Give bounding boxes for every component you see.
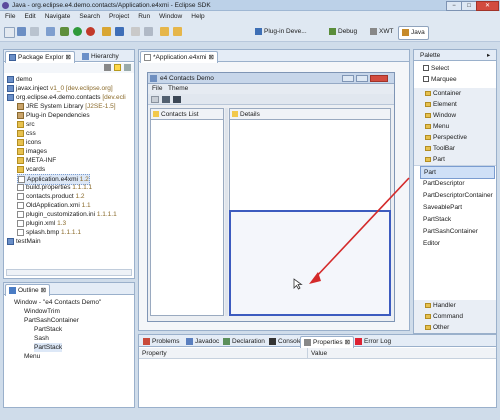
tree-item[interactable]: OldApplication.xmi 1.1 [17,201,91,210]
column-property[interactable]: Property [142,350,167,357]
tree-item[interactable]: plugin_customization.ini 1.1.1.1 [17,210,117,219]
perspective-plugin-dev[interactable]: Plug-in Deve... [252,26,310,38]
palette-item[interactable]: PartStack [423,214,451,225]
package-explorer-panel: Package Explor ⊠ Hierarchy demo javax.inj… [3,49,135,279]
tree-item[interactable]: src [17,120,35,129]
palette-section-part[interactable]: Part [414,154,496,166]
new-class-icon[interactable] [115,27,124,36]
palette-item[interactable]: PartDescriptorContainer [423,190,493,201]
tree-item[interactable]: vcards [17,165,45,174]
palette-header: Palette ▸ [414,50,496,61]
new-package-icon[interactable] [102,27,111,36]
save-icon[interactable] [17,27,26,36]
menu-run[interactable]: Run [138,13,150,20]
open-type-icon[interactable] [131,27,140,36]
external-tools-icon[interactable] [86,27,95,36]
run-icon[interactable] [73,27,82,36]
tree-item[interactable]: plugin.xml 1.3 [17,219,66,228]
collapse-all-icon[interactable] [104,64,111,71]
tree-item[interactable]: images [17,147,47,156]
outline-item[interactable]: PartStack [34,325,62,334]
bottom-tabbar: Problems Javadoc Declaration Console Pro… [139,335,496,348]
package-explorer-tabbar: Package Explor ⊠ Hierarchy [4,50,134,63]
close-button[interactable]: ✕ [476,1,499,11]
explorer-horizontal-scrollbar[interactable] [6,269,132,276]
tree-item[interactable]: META-INF [17,156,56,165]
tree-item[interactable]: splash.bmp 1.1.1.1 [17,228,81,237]
link-editor-icon[interactable] [114,64,121,71]
main-toolbar: Plug-in Deve... Debug XWT Java [0,22,500,42]
new-icon[interactable] [4,27,15,38]
properties-header: Property Value [139,348,496,359]
menu-search[interactable]: Search [79,13,100,20]
menu-project[interactable]: Project [109,13,129,20]
title-bar: Java - org.eclipse.e4.demo.contacts/Appl… [0,0,500,11]
explorer-toolbar [4,63,134,73]
print-icon[interactable] [30,27,39,36]
column-divider [307,348,308,359]
debug-icon[interactable] [60,27,69,36]
tab-package-explorer[interactable]: Package Explor ⊠ [5,51,75,63]
outline-item[interactable]: PartSashContainer [24,316,79,325]
perspective-java[interactable]: Java [398,26,429,40]
tab-problems[interactable]: Problems [140,336,182,347]
tab-outline[interactable]: Outline ⊠ [5,284,51,296]
tree-item[interactable]: icons [17,138,41,147]
palette-title: Palette [420,52,441,59]
tree-item[interactable]: build.properties 1.1.1.1 [17,183,92,192]
outline-item[interactable]: Window - "e4 Contacts Demo" [14,298,101,307]
search-icon[interactable] [144,27,153,36]
forward-icon[interactable] [173,27,182,36]
menu-file[interactable]: File [5,13,15,20]
palette-collapse-icon[interactable]: ▸ [487,51,490,59]
tab-hierarchy[interactable]: Hierarchy [79,51,122,62]
tree-item[interactable]: javax.inject v1_0 [dev.eclipse.org] [7,84,113,93]
perspective-xwt[interactable]: XWT [367,26,396,38]
editor-panel: *Application.e4xmi ⊠ e4 Contacts Demo Fil… [138,49,410,331]
mouse-cursor-icon [293,278,303,290]
menu-window[interactable]: Window [159,13,182,20]
palette-section-other[interactable]: Other [414,322,496,333]
tab-properties[interactable]: Properties ⊠ [300,336,355,348]
outline-item[interactable]: Menu [24,352,40,361]
tree-item[interactable]: org.eclipse.e4.demo.contacts [dev.ecli [7,93,126,102]
tree-item[interactable]: testMain [7,237,41,246]
palette-panel: Palette ▸ Select Marquee Container Eleme… [413,49,497,334]
palette-select-tool[interactable]: Select [423,63,449,74]
maximize-button[interactable]: □ [461,1,477,11]
minimize-button[interactable]: − [446,1,462,11]
eclipse-icon [2,2,9,9]
bottom-panel: Problems Javadoc Declaration Console Pro… [138,334,497,408]
outline-tabbar: Outline ⊠ [4,283,134,296]
palette-marquee-tool[interactable]: Marquee [423,74,457,85]
menu-bar: File Edit Navigate Search Project Run Window He… [0,11,500,22]
tree-item[interactable]: JRE System Library [J2SE-1.5] [17,102,116,111]
outline-item[interactable]: Sash [34,334,49,343]
menu-edit[interactable]: Edit [24,13,35,20]
tab-declaration[interactable]: Declaration [220,336,268,347]
tree-item[interactable]: Plug-in Dependencies [17,111,90,120]
view-menu-icon[interactable] [124,64,131,71]
drag-arrow [309,177,410,284]
perspective-debug[interactable]: Debug [326,26,360,38]
window-title: Java - org.eclipse.e4.demo.contacts/Appl… [12,2,211,9]
tree-item[interactable]: css [17,129,36,138]
palette-item[interactable]: PartSashContainer [423,226,478,237]
tree-item[interactable]: demo [7,75,32,84]
tab-javadoc[interactable]: Javadoc [183,336,222,347]
palette-item[interactable]: Editor [423,238,440,249]
tree-item[interactable]: contacts.product 1.2 [17,192,85,201]
outline-item[interactable]: WindowTrim [24,307,60,316]
menu-help[interactable]: Help [191,13,204,20]
palette-item[interactable]: SaveablePart [423,202,462,213]
tab-error-log[interactable]: Error Log [352,336,394,347]
back-icon[interactable] [160,27,169,36]
outline-panel: Outline ⊠ Window - "e4 Contacts Demo" Win… [3,282,135,408]
palette-item[interactable]: PartDescriptor [423,178,465,189]
column-value[interactable]: Value [311,350,327,357]
outline-item-selected[interactable]: PartStack [34,343,63,352]
build-icon[interactable] [46,27,55,36]
menu-navigate[interactable]: Navigate [45,13,71,20]
